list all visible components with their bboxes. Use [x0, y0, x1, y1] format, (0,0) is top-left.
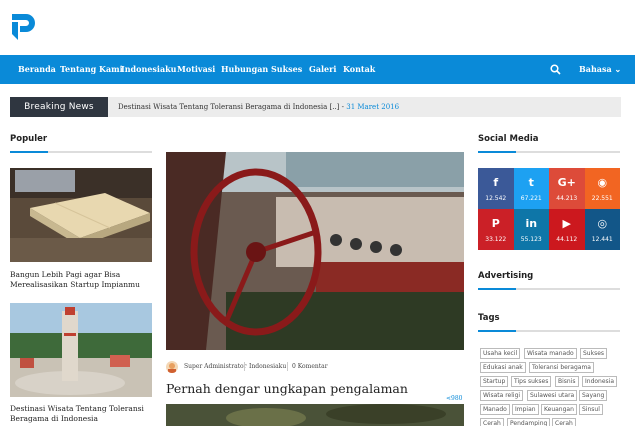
- breaking-news-text: Destinasi Wisata Tentang Toleransi Berag…: [118, 103, 347, 111]
- nav-item-tentang-kami[interactable]: Tentang Kami: [60, 55, 123, 84]
- linkedin-icon: in: [525, 217, 538, 230]
- social-twitter[interactable]: t 67.221: [513, 168, 549, 209]
- social-instagram[interactable]: ◎ 12.441: [584, 209, 620, 250]
- meta-separator: [287, 362, 288, 371]
- language-selector[interactable]: Bahasa ⌄: [579, 55, 621, 84]
- main-nav: Beranda Tentang Kami Indonesiaku Motivas…: [0, 55, 635, 84]
- share-count[interactable]: ⋖980: [446, 395, 462, 402]
- nav-item-sukses[interactable]: Sukses: [271, 55, 302, 84]
- article-comments[interactable]: 0 Komentar: [292, 363, 328, 370]
- populer-caption-1-line1: Bangun Lebih Pagi agar Bisa: [10, 270, 121, 279]
- populer-caption-1[interactable]: Bangun Lebih Pagi agar Bisa Merealisasik…: [10, 270, 140, 290]
- populer-thumb-notebook[interactable]: [10, 168, 152, 262]
- social-media-title: Social Media: [478, 134, 539, 144]
- tag-item[interactable]: Sulawesi utara: [527, 390, 578, 401]
- tags-title: Tags: [478, 313, 500, 323]
- tag-item[interactable]: Pendamping: [507, 418, 551, 426]
- site-logo[interactable]: [10, 12, 36, 42]
- populer-title: Populer: [10, 134, 48, 144]
- breaking-news-date: 31 Maret 2016: [346, 103, 400, 111]
- nav-item-beranda[interactable]: Beranda: [18, 55, 56, 84]
- tag-item[interactable]: Cerah: [552, 418, 576, 426]
- social-pinterest[interactable]: P 33.122: [478, 209, 514, 250]
- tag-item[interactable]: Sukses: [580, 348, 608, 359]
- language-label: Bahasa: [579, 64, 612, 74]
- social-media-divider: [478, 151, 620, 153]
- google-plus-icon: G+: [557, 176, 576, 189]
- tag-item[interactable]: Tips sukses: [511, 376, 552, 387]
- populer-thumb-monument[interactable]: [10, 303, 152, 397]
- social-count: 12.542: [485, 195, 507, 202]
- tag-item[interactable]: Indonesia: [582, 376, 618, 387]
- nav-item-galeri[interactable]: Galeri: [309, 55, 336, 84]
- populer-divider: [10, 151, 152, 153]
- breaking-news-label: Breaking News: [10, 97, 108, 117]
- nav-item-hubungan[interactable]: Hubungan: [221, 55, 268, 84]
- social-count: 44.213: [556, 195, 578, 202]
- instagram-icon: ◎: [597, 217, 608, 230]
- article-category[interactable]: Indonesiaku: [249, 363, 286, 370]
- share-count-value: 980: [451, 395, 463, 402]
- tag-item[interactable]: Keuangan: [541, 404, 577, 415]
- search-icon[interactable]: [550, 64, 561, 75]
- advertising-title: Advertising: [478, 271, 534, 281]
- tag-item[interactable]: Manado: [480, 404, 510, 415]
- social-count: 33.122: [485, 236, 507, 243]
- populer-caption-2-line1: Destinasi Wisata Tentang Toleransi: [10, 404, 144, 413]
- social-google-plus[interactable]: G+ 44.213: [549, 168, 585, 209]
- social-count: 12.441: [591, 236, 613, 243]
- social-count: 22.551: [591, 195, 613, 202]
- facebook-icon: f: [493, 176, 499, 189]
- nav-item-kontak[interactable]: Kontak: [343, 55, 375, 84]
- tag-item[interactable]: Sinsul: [579, 404, 603, 415]
- twitter-icon: t: [528, 176, 534, 189]
- tag-item[interactable]: Toleransi beragama: [529, 362, 594, 373]
- breaking-news-bar: Breaking News Destinasi Wisata Tentang T…: [10, 97, 621, 117]
- social-count: 67.221: [520, 195, 542, 202]
- nav-item-motivasi[interactable]: Motivasi: [177, 55, 215, 84]
- chevron-down-icon: ⌄: [614, 64, 622, 74]
- tag-item[interactable]: Sayang: [579, 390, 608, 401]
- social-linkedin[interactable]: in 55.123: [513, 209, 549, 250]
- article-author[interactable]: Super Administrator: [184, 363, 247, 370]
- featured-article-image[interactable]: [166, 152, 464, 350]
- social-facebook[interactable]: f 12.542: [478, 168, 514, 209]
- tag-item[interactable]: Wisata religi: [480, 390, 524, 401]
- youtube-icon: ▶: [562, 217, 571, 230]
- tag-item[interactable]: Bisnis: [555, 376, 579, 387]
- social-count: 55.123: [520, 236, 542, 243]
- tag-item[interactable]: Startup: [480, 376, 509, 387]
- second-article-image[interactable]: [166, 404, 464, 426]
- tag-item[interactable]: Impian: [512, 404, 539, 415]
- nav-item-indonesiaku[interactable]: Indonesiaku: [121, 55, 176, 84]
- tag-item[interactable]: Cerah: [480, 418, 504, 426]
- tag-item[interactable]: Wisata manado: [524, 348, 577, 359]
- populer-caption-2[interactable]: Destinasi Wisata Tentang Toleransi Berag…: [10, 404, 144, 424]
- meta-separator: [244, 362, 245, 371]
- article-headline[interactable]: Pernah dengar ungkapan pengalaman: [166, 381, 408, 396]
- pinterest-icon: P: [491, 217, 500, 230]
- tag-item[interactable]: Edukasi anak: [480, 362, 526, 373]
- social-youtube[interactable]: ▶ 44.112: [549, 209, 585, 250]
- tags-divider: [478, 330, 620, 332]
- header: [0, 0, 640, 55]
- social-rss[interactable]: ◉ 22.551: [584, 168, 620, 209]
- social-media-grid: f 12.542 t 67.221 G+ 44.213 ◉ 22.551 P 3…: [478, 168, 620, 250]
- rss-icon: ◉: [597, 176, 608, 189]
- breaking-news-ticker[interactable]: Destinasi Wisata Tentang Toleransi Berag…: [118, 97, 399, 117]
- author-avatar: [166, 361, 178, 373]
- tag-item[interactable]: Usaha kecil: [480, 348, 521, 359]
- social-count: 44.112: [556, 236, 578, 243]
- article-meta: Super Administrator Indonesiaku 0 Koment…: [166, 359, 464, 375]
- populer-caption-1-line2: Merealisasikan Startup Impianmu: [10, 280, 140, 289]
- populer-caption-2-line2: Beragama di Indonesia: [10, 414, 98, 423]
- advertising-divider: [478, 288, 620, 290]
